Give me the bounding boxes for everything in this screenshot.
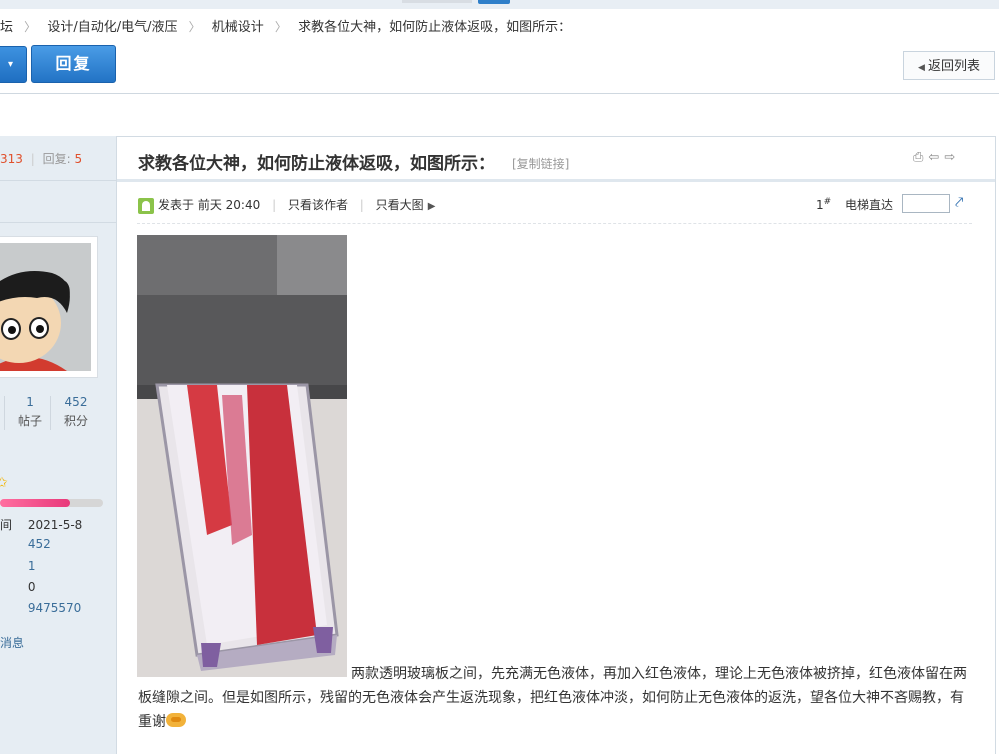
prev-thread-icon[interactable]: ⇦ xyxy=(928,150,939,165)
big-image-link[interactable]: 只看大图 xyxy=(376,198,424,212)
info-value-link[interactable]: 9475570 xyxy=(28,601,81,615)
divider xyxy=(0,93,999,94)
replies-label: 回复: xyxy=(42,152,71,166)
stats-divider: | xyxy=(30,152,35,166)
replies-count: 5 xyxy=(74,152,83,166)
elevator-floor-input[interactable] xyxy=(902,194,950,213)
points-stat[interactable]: 452 积分 xyxy=(64,395,88,429)
author-sidebar xyxy=(0,136,117,754)
sidebar-divider xyxy=(0,222,116,223)
breadcrumb-item-thread[interactable]: 求教各位大神，如何防止液体返吸，如图所示： xyxy=(298,16,571,35)
breadcrumb-separator: 〉 xyxy=(274,20,287,34)
breadcrumb-separator: 〉 xyxy=(188,20,201,34)
triangle-right-icon: ▶ xyxy=(427,201,436,212)
next-thread-icon[interactable]: ⇨ xyxy=(944,150,955,165)
print-icon[interactable]: ⎙ xyxy=(913,150,923,165)
go-floor-icon[interactable]: ⤤ xyxy=(955,193,963,211)
info-value: 0 xyxy=(27,580,36,594)
floor-symbol: # xyxy=(823,197,832,207)
info-row: 9475570 xyxy=(0,601,81,615)
posted-time: 前天 20:40 xyxy=(197,198,261,212)
copy-link[interactable]: [复制链接] xyxy=(512,155,569,172)
avatar-image xyxy=(0,243,91,371)
search-field-edge[interactable] xyxy=(402,0,472,3)
info-row: 1 xyxy=(0,559,36,573)
info-row: 452 xyxy=(0,537,51,551)
star-icon: ✩ xyxy=(0,475,8,491)
posts-value: 1 xyxy=(26,395,34,409)
triangle-left-icon: ◀ xyxy=(918,63,925,73)
chevron-down-icon: ▾ xyxy=(7,59,14,70)
breadcrumb-item-category[interactable]: 设计/自动化/电气/液压 xyxy=(47,16,177,35)
back-to-list-button[interactable]: ◀ 返回列表 xyxy=(903,51,995,80)
floor-number: 1 xyxy=(816,198,824,212)
level-progress-bar xyxy=(0,499,103,507)
info-label: 间 xyxy=(0,518,13,532)
elevator-label: 电梯直达 xyxy=(845,198,894,212)
post-image[interactable] xyxy=(137,235,347,677)
points-label: 积分 xyxy=(64,414,89,428)
info-row: 0 xyxy=(0,580,36,594)
thread-tools: ⎙ ⇦ ⇨ xyxy=(913,150,960,165)
back-to-list-label: 返回列表 xyxy=(927,59,980,74)
post-meta: 发表于 前天 20:40 | 只看该作者 | 只看大图 ▶ xyxy=(138,196,435,214)
avatar[interactable] xyxy=(0,236,98,378)
user-icon xyxy=(138,197,154,214)
thread-stats: 313 | 回复: 5 xyxy=(0,150,82,167)
post-body: 两款透明玻璃板之间，先充满无色液体，再加入红色液体，理论上无色液体被挤掉，红色液… xyxy=(138,662,976,734)
post-body-text: 两款透明玻璃板之间，先充满无色液体，再加入红色液体，理论上无色液体被挤掉，红色液… xyxy=(138,666,967,730)
top-strip xyxy=(0,0,999,9)
send-message-link[interactable]: 消息 xyxy=(0,634,24,651)
breadcrumb: 坛 〉 设计/自动化/电气/液压 〉 机械设计 〉 求教各位大神，如何防止液体返… xyxy=(0,16,571,36)
posted-prefix: 发表于 xyxy=(158,198,195,212)
stat-divider xyxy=(50,396,51,430)
meta-divider: | xyxy=(272,198,277,212)
views-count: 313 xyxy=(0,152,23,166)
info-value-link[interactable]: 1 xyxy=(28,559,36,573)
only-author-link[interactable]: 只看该作者 xyxy=(288,198,348,212)
meta-divider: | xyxy=(359,198,364,212)
breadcrumb-item-board[interactable]: 机械设计 xyxy=(212,16,264,35)
title-divider xyxy=(117,179,995,182)
search-button-edge[interactable] xyxy=(478,0,510,4)
breadcrumb-item-forum[interactable]: 坛 xyxy=(0,16,13,35)
breadcrumb-separator: 〉 xyxy=(24,20,37,34)
new-post-dropdown-button[interactable]: ▾ xyxy=(0,46,27,83)
thread-title: 求教各位大神，如何防止液体返吸，如图所示： xyxy=(138,154,495,174)
info-value-link[interactable]: 452 xyxy=(28,537,51,551)
points-value: 452 xyxy=(64,395,88,409)
level-progress-fill xyxy=(0,499,71,507)
reply-button[interactable]: 回复 xyxy=(31,45,116,83)
info-row-regdate: 间 2021-5-8 xyxy=(0,516,82,533)
meta-divider-line xyxy=(137,223,972,225)
handshake-icon xyxy=(166,713,186,727)
posts-stat[interactable]: 1 帖子 xyxy=(18,395,42,429)
stat-divider xyxy=(4,396,5,430)
info-value: 2021-5-8 xyxy=(27,518,83,532)
floor-info: 1# 电梯直达 xyxy=(816,196,893,213)
sidebar-divider xyxy=(0,180,116,181)
posts-label: 帖子 xyxy=(18,414,43,428)
